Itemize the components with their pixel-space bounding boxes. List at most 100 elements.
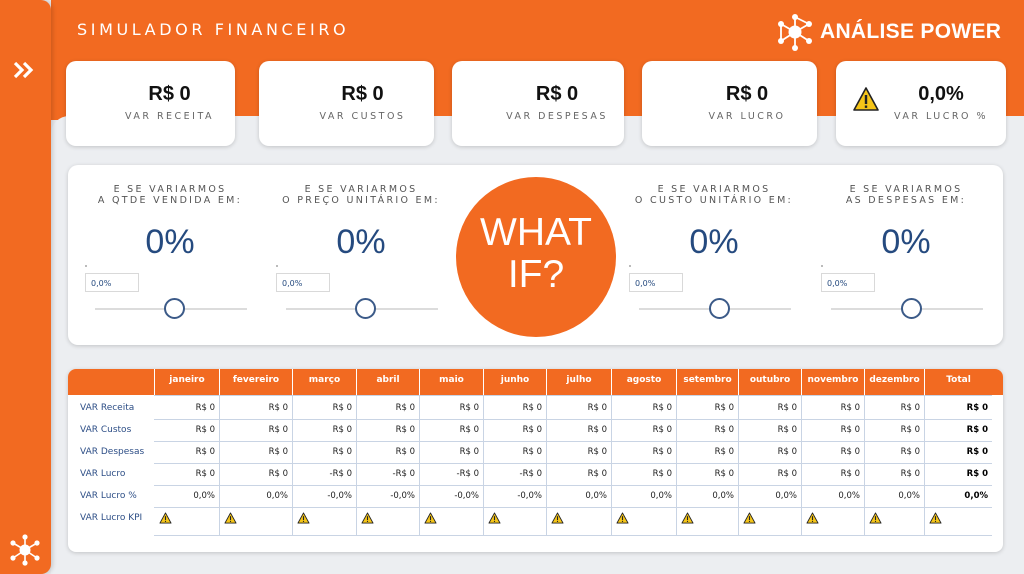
kpi-card-var-custos: R$ 0 VAR CUSTOS <box>259 61 434 146</box>
warning-icon <box>159 512 172 524</box>
table-cell: R$ 0 <box>714 447 734 457</box>
table-cell: R$ 0 <box>395 403 415 413</box>
row-divider <box>154 535 992 536</box>
column-divider <box>219 395 220 536</box>
param-preco-unitario: E SE VARIARMOS O PREÇO UNITÁRIO EM: 0% 0,… <box>276 165 446 345</box>
table-cell: R$ 0 <box>395 447 415 457</box>
table-cell: R$ 0 <box>268 447 288 457</box>
param-qtde-vendida: E SE VARIARMOS A QTDE VENDIDA EM: 0% 0,0% <box>85 165 255 345</box>
warning-icon <box>681 512 694 524</box>
table-cell: R$ 0 <box>900 469 920 479</box>
what-if-line1: WHAT <box>480 211 592 254</box>
column-header-outubro[interactable]: outubro <box>738 369 801 395</box>
table-cell: R$ 0 <box>195 425 215 435</box>
brand-name: ANÁLISE POWER <box>820 20 1002 43</box>
table-cell: R$ 0 <box>522 425 542 435</box>
kpi-value: R$ 0 <box>535 83 579 105</box>
qtde-vendida-input[interactable]: 0,0% <box>85 273 139 292</box>
table-cell: R$ 0 <box>332 403 352 413</box>
table-cell: 0,0% <box>585 491 607 501</box>
warning-icon <box>869 512 882 524</box>
row-divider <box>154 395 992 396</box>
what-if-badge: WHAT IF? <box>456 177 616 337</box>
column-divider <box>676 395 677 536</box>
column-divider <box>483 395 484 536</box>
column-divider <box>611 395 612 536</box>
kpi-card-var-lucro-pct: 0,0% VAR LUCRO % <box>836 61 1006 146</box>
column-divider <box>801 395 802 536</box>
row-label: VAR Lucro % <box>80 491 137 501</box>
double-chevron-right-icon[interactable] <box>10 57 40 83</box>
table-cell: R$ 0 <box>714 425 734 435</box>
param-question: E SE VARIARMOS O CUSTO UNITÁRIO EM: <box>634 184 794 206</box>
column-header-dezembro[interactable]: dezembro <box>864 369 924 395</box>
table-cell: R$ 0 <box>587 447 607 457</box>
column-header-agosto[interactable]: agosto <box>611 369 676 395</box>
column-divider <box>546 395 547 536</box>
column-header-abril[interactable]: abril <box>356 369 419 395</box>
column-header-marco[interactable]: março <box>292 369 356 395</box>
row-divider <box>154 419 992 420</box>
param-custo-unitario: E SE VARIARMOS O CUSTO UNITÁRIO EM: 0% 0,… <box>629 165 799 345</box>
column-header-total[interactable]: Total <box>924 369 992 395</box>
table-cell: R$ 0 <box>195 447 215 457</box>
slicer-marker <box>276 265 278 267</box>
table-cell: R$ 0 <box>652 403 672 413</box>
row-divider <box>154 507 992 508</box>
column-divider <box>356 395 357 536</box>
column-header-novembro[interactable]: novembro <box>801 369 864 395</box>
column-header-junho[interactable]: junho <box>483 369 546 395</box>
kpi-card-var-despesas: R$ 0 VAR DESPESAS <box>452 61 624 146</box>
row-divider <box>154 441 992 442</box>
slicer-marker <box>821 265 823 267</box>
row-divider <box>154 485 992 486</box>
app-title: SIMULADOR FINANCEIRO <box>77 20 350 39</box>
column-header-janeiro[interactable]: janeiro <box>154 369 219 395</box>
warning-icon <box>424 512 437 524</box>
table-cell: R$ 0 <box>195 403 215 413</box>
column-header-fevereiro[interactable]: fevereiro <box>219 369 292 395</box>
param-question: E SE VARIARMOS A QTDE VENDIDA EM: <box>97 184 243 206</box>
warning-icon <box>806 512 819 524</box>
kpi-value: R$ 0 <box>148 83 191 105</box>
side-rail <box>0 0 51 574</box>
table-cell: R$ 0 <box>395 425 415 435</box>
table-cell: R$ 0 <box>840 425 860 435</box>
column-divider <box>419 395 420 536</box>
table-cell: R$ 0 <box>459 447 479 457</box>
despesas-input[interactable]: 0,0% <box>821 273 875 292</box>
table-cell: R$ 0 <box>522 403 542 413</box>
table-cell: R$ 0 <box>459 403 479 413</box>
table-cell: R$ 0 <box>966 447 988 457</box>
table-header: janeiro fevereiro março abril maio junho julho… <box>68 369 1003 395</box>
column-header-setembro[interactable]: setembro <box>676 369 738 395</box>
custo-unitario-input[interactable]: 0,0% <box>629 273 683 292</box>
what-if-panel: E SE VARIARMOS A QTDE VENDIDA EM: 0% 0,0%… <box>68 165 1003 345</box>
param-question: E SE VARIARMOS O PREÇO UNITÁRIO EM: <box>282 184 440 206</box>
warning-icon <box>488 512 501 524</box>
network-logo-icon <box>778 14 812 51</box>
column-header-julho[interactable]: julho <box>546 369 611 395</box>
table-cell: R$ 0 <box>777 403 797 413</box>
despesas-slider-handle[interactable] <box>901 298 922 319</box>
column-header-maio[interactable]: maio <box>419 369 483 395</box>
preco-unitario-input[interactable]: 0,0% <box>276 273 330 292</box>
warning-icon <box>929 512 942 524</box>
table-cell: 0,0% <box>838 491 860 501</box>
table-cell: R$ 0 <box>268 425 288 435</box>
warning-icon <box>297 512 310 524</box>
table-cell: 0,0% <box>775 491 797 501</box>
table-cell: R$ 0 <box>966 469 988 479</box>
qtde-vendida-slider-handle[interactable] <box>164 298 185 319</box>
table-cell: R$ 0 <box>332 425 352 435</box>
column-divider <box>864 395 865 536</box>
preco-unitario-slider-handle[interactable] <box>355 298 376 319</box>
custo-unitario-slider-handle[interactable] <box>709 298 730 319</box>
row-label: VAR Lucro KPI <box>80 513 143 523</box>
kpi-label: VAR LUCRO <box>708 111 786 122</box>
table-cell: -0,0% <box>327 491 352 501</box>
table-cell: -R$ 0 <box>456 469 480 479</box>
table-cell: R$ 0 <box>714 403 734 413</box>
kpi-label: VAR RECEITA <box>124 111 215 122</box>
table-cell: R$ 0 <box>900 447 920 457</box>
